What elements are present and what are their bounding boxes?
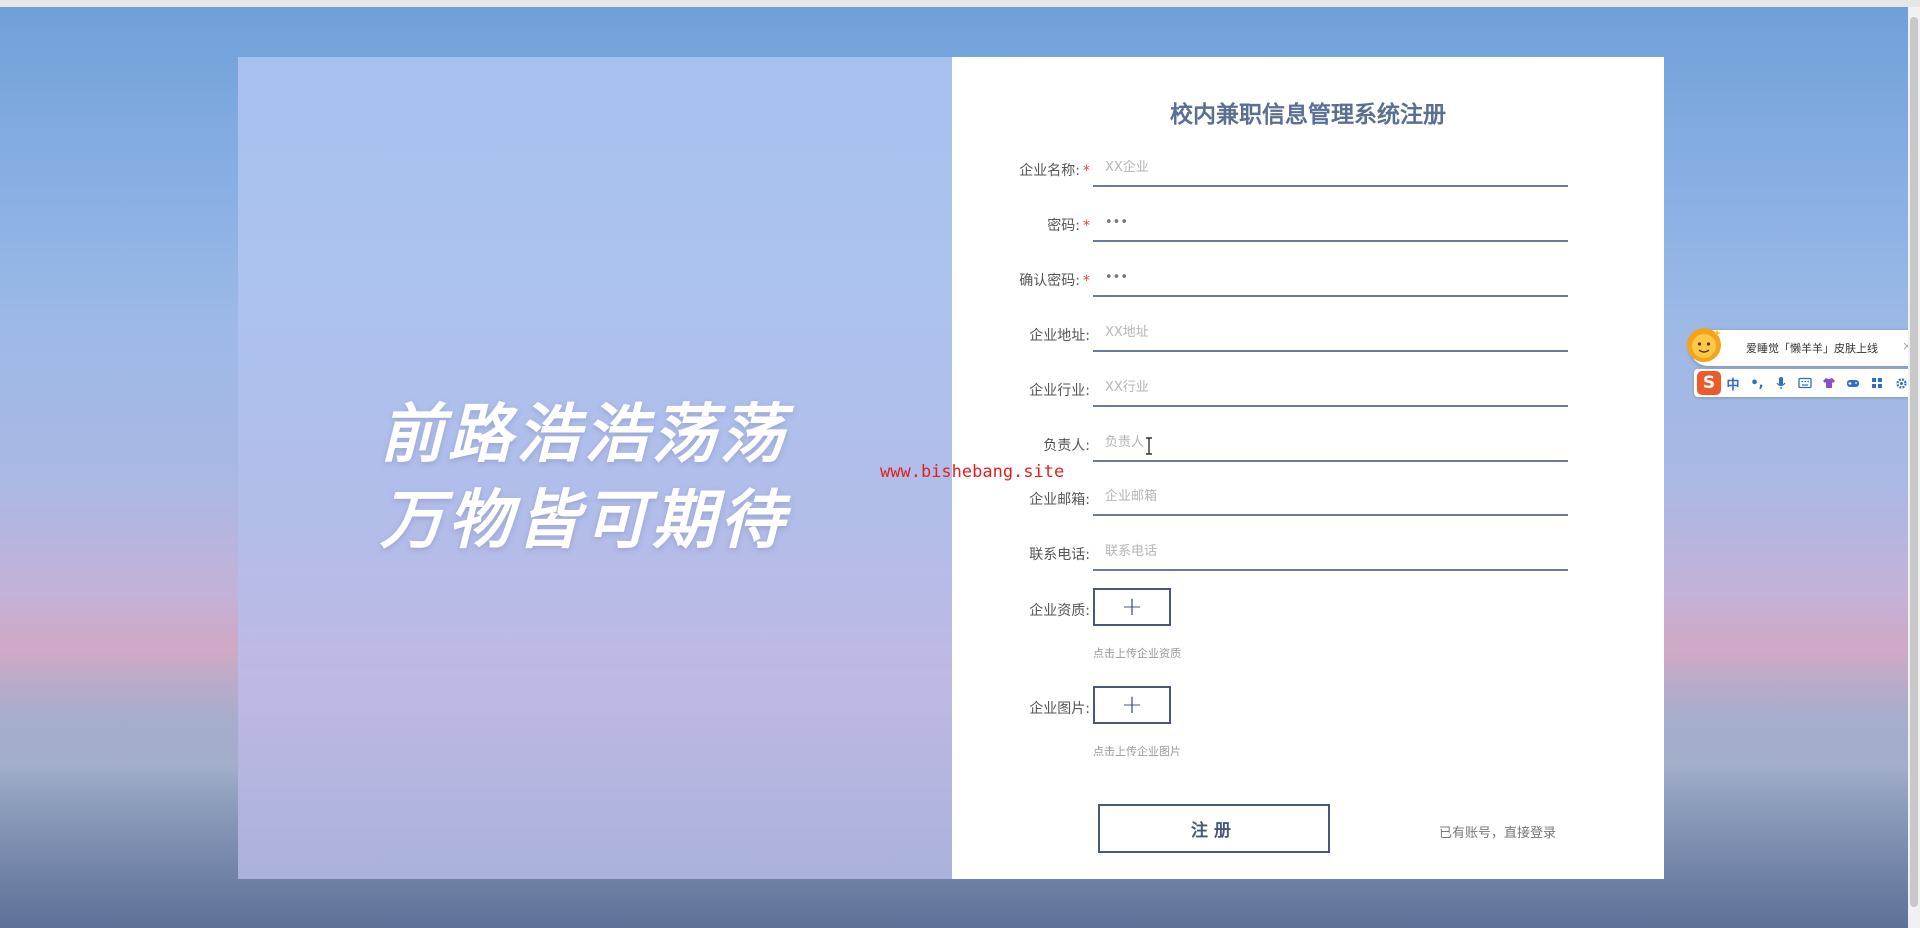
slogan-line-2: 万物皆可期待 xyxy=(380,484,788,558)
sun-mascot-icon xyxy=(1687,328,1721,362)
company-address-input[interactable] xyxy=(1093,314,1568,352)
contact-phone-label: 联系电话: xyxy=(1029,547,1090,563)
page-scrollbar[interactable] xyxy=(1908,7,1920,928)
scrollbar-thumb[interactable] xyxy=(1910,17,1918,907)
required-mark: * xyxy=(1083,218,1090,234)
shirt-icon[interactable] xyxy=(1817,371,1841,395)
company-industry-input[interactable] xyxy=(1093,369,1568,407)
form-title: 校内兼职信息管理系统注册 xyxy=(1170,102,1446,128)
watermark-text: www.bishebang.site xyxy=(880,462,1065,482)
ime-promo-text: 爱睡觉「懒羊羊」皮肤上线 xyxy=(1746,342,1878,355)
gamepad-icon[interactable] xyxy=(1841,371,1865,395)
confirm-password-input[interactable] xyxy=(1093,259,1568,297)
company-email-label: 企业邮箱: xyxy=(1029,492,1090,508)
required-mark: * xyxy=(1083,163,1090,179)
company-image-label: 企业图片: xyxy=(1029,701,1090,717)
contact-phone-input[interactable] xyxy=(1093,533,1568,571)
password-label: 密码: * xyxy=(1047,218,1090,234)
company-email-input[interactable] xyxy=(1093,478,1568,516)
grid-icon[interactable] xyxy=(1865,371,1889,395)
company-image-upload-button[interactable]: + xyxy=(1093,686,1171,724)
company-name-label: 企业名称: * xyxy=(1019,163,1090,179)
register-button[interactable]: 注册 xyxy=(1098,804,1330,853)
ime-punctuation-toggle[interactable]: •, xyxy=(1745,371,1769,395)
contact-person-label: 负责人: xyxy=(1043,438,1090,454)
login-link[interactable]: 已有账号，直接登录 xyxy=(1439,822,1556,841)
company-image-upload-hint: 点击上传企业图片 xyxy=(1093,745,1181,758)
company-name-input[interactable] xyxy=(1093,149,1568,187)
plus-icon: + xyxy=(1121,592,1143,622)
ime-toolbar: S 中 •, xyxy=(1694,369,1920,397)
company-industry-label: 企业行业: xyxy=(1029,383,1090,399)
hero-slogan: 前路浩浩荡荡 万物皆可期待 xyxy=(380,392,788,564)
contact-person-input[interactable] xyxy=(1093,424,1568,462)
microphone-icon[interactable] xyxy=(1769,371,1793,395)
slogan-line-1: 前路浩浩荡荡 xyxy=(380,398,788,472)
browser-top-edge xyxy=(0,0,1920,7)
keyboard-icon[interactable] xyxy=(1793,371,1817,395)
qualification-upload-button[interactable]: + xyxy=(1093,588,1171,626)
qualification-upload-hint: 点击上传企业资质 xyxy=(1093,647,1181,660)
plus-icon: + xyxy=(1121,690,1143,720)
text-cursor-icon xyxy=(1146,437,1152,455)
sogou-logo-icon[interactable]: S xyxy=(1697,371,1721,395)
ime-language-toggle[interactable]: 中 xyxy=(1721,371,1745,395)
required-mark: * xyxy=(1083,273,1090,289)
ime-promo-bubble[interactable]: 爱睡觉「懒羊羊」皮肤上线 × xyxy=(1687,328,1920,366)
confirm-password-label: 确认密码: * xyxy=(1019,273,1090,289)
qualification-label: 企业资质: xyxy=(1029,603,1090,619)
company-address-label: 企业地址: xyxy=(1029,328,1090,344)
password-input[interactable] xyxy=(1093,204,1568,242)
